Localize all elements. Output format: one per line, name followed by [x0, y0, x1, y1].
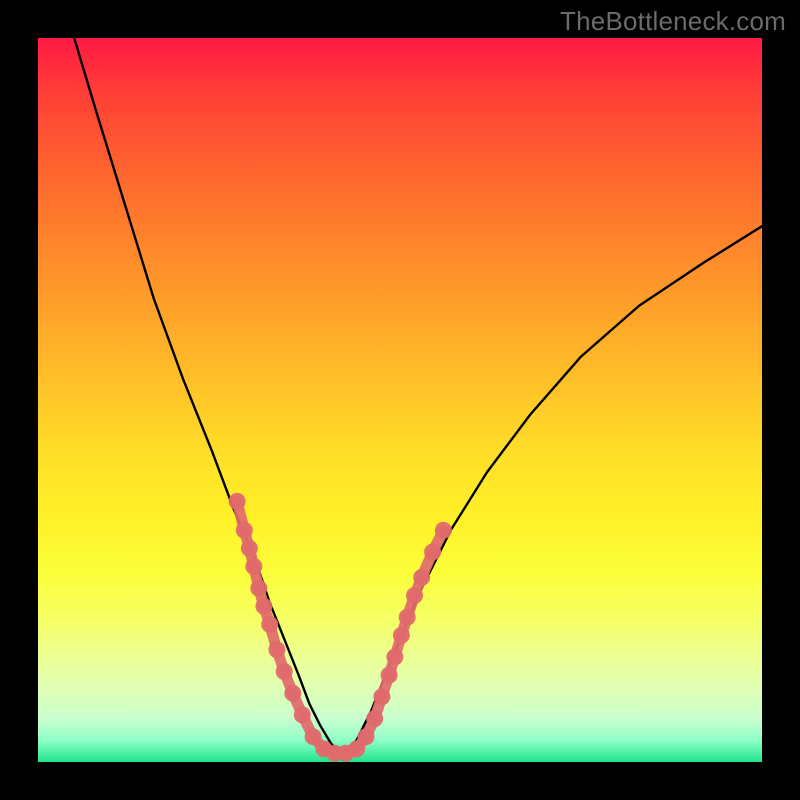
watermark-text: TheBottleneck.com	[560, 6, 786, 37]
chart-plot-area	[38, 38, 762, 762]
bottleneck-curve-left	[74, 38, 342, 755]
chart-svg	[38, 38, 762, 762]
bottleneck-curve-right	[342, 226, 762, 755]
bottleneck-band	[229, 493, 452, 762]
chart-frame: TheBottleneck.com	[0, 0, 800, 800]
